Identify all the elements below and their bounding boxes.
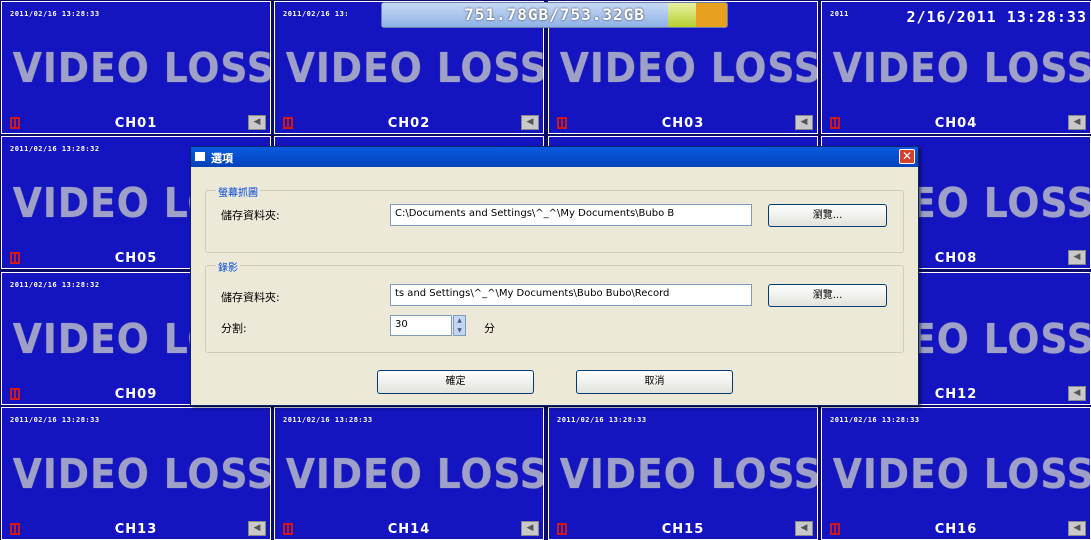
record-folder-input[interactable]: ts and Settings\^_^\My Documents\Bubo Bu…	[390, 284, 752, 306]
cancel-button[interactable]: 取消	[576, 370, 733, 394]
hdd-usage-text: 751.78GB/753.32GB	[464, 5, 645, 24]
stepper-up-icon[interactable]: ▲	[454, 316, 465, 325]
channel-label: CH16	[934, 522, 978, 537]
snapshot-folder-label: 儲存資料夾:	[221, 209, 280, 222]
split-stepper[interactable]: ▲ ▼	[453, 315, 466, 336]
speaker-icon[interactable]: ◀	[521, 521, 539, 536]
speaker-icon[interactable]: ◀	[1068, 115, 1086, 130]
channel-label: CH04	[934, 116, 978, 131]
split-minutes-input[interactable]: 30	[390, 315, 452, 336]
speaker-icon[interactable]: ◀	[248, 521, 266, 536]
speaker-icon[interactable]: ◀	[248, 115, 266, 130]
stepper-down-icon[interactable]: ▼	[454, 326, 465, 335]
hdd-usage-bar: 751.78GB/753.32GB	[381, 2, 728, 28]
channel-label: CH15	[661, 522, 705, 537]
tile-timestamp: 2011/02/16 13:28:33	[557, 416, 647, 424]
video-loss-text: VIDEO LOSS	[12, 450, 271, 498]
snapshot-browse-button[interactable]: 瀏覽...	[768, 204, 887, 227]
speaker-icon[interactable]: ◀	[795, 115, 813, 130]
channel-label: CH13	[114, 522, 158, 537]
snapshot-group-label: 螢幕抓圖	[216, 184, 260, 199]
tile-timestamp: 2011/02/16 13:	[283, 10, 350, 18]
speaker-icon[interactable]: ◀	[795, 521, 813, 536]
tile-timestamp: 2011/02/16 13:28:32	[10, 281, 100, 289]
close-icon[interactable]: ✕	[899, 149, 915, 164]
channel-label: CH01	[114, 116, 158, 131]
tile-timestamp: 2011/02/16 13:28:33	[830, 416, 920, 424]
tile-timestamp: 2011/02/16 13:28:33	[10, 10, 100, 18]
record-group: 錄影	[205, 259, 904, 353]
video-loss-text: VIDEO LOSS	[285, 450, 544, 498]
tile-timestamp: 2011/02/16 13:28:32	[10, 145, 100, 153]
camera-tile[interactable]: 2011/02/16 13:28:33 VIDEO LOSS CH13 ◀	[1, 407, 271, 540]
channel-label: CH02	[387, 116, 431, 131]
video-loss-text: VIDEO LOSS	[285, 44, 544, 92]
video-loss-text: VIDEO LOSS	[559, 450, 818, 498]
tile-timestamp: 2011	[830, 10, 849, 18]
camera-tile[interactable]: 2011/02/16 13:28:33 VIDEO LOSS CH16 ◀	[821, 407, 1091, 540]
tile-timestamp: 2011/02/16 13:28:33	[10, 416, 100, 424]
record-group-label: 錄影	[216, 259, 240, 274]
options-dialog: 選項 ✕ 螢幕抓圖 儲存資料夾: C:\Documents and Settin…	[190, 146, 919, 406]
dialog-title: 選項	[211, 152, 233, 165]
camera-tile[interactable]: 2011/02/16 13:28:33 VIDEO LOSS CH01 ◀	[1, 1, 271, 134]
ok-button[interactable]: 確定	[377, 370, 534, 394]
channel-label: CH14	[387, 522, 431, 537]
record-folder-label: 儲存資料夾:	[221, 291, 280, 304]
speaker-icon[interactable]: ◀	[1068, 250, 1086, 265]
channel-label: CH03	[661, 116, 705, 131]
snapshot-folder-input[interactable]: C:\Documents and Settings\^_^\My Documen…	[390, 204, 752, 226]
window-icon	[195, 152, 205, 161]
split-unit: 分	[484, 322, 495, 335]
dialog-titlebar[interactable]: 選項 ✕	[191, 147, 918, 167]
speaker-icon[interactable]: ◀	[1068, 386, 1086, 401]
video-loss-text: VIDEO LOSS	[559, 44, 818, 92]
split-label: 分割:	[221, 322, 247, 335]
tile-timestamp: 2011/02/16 13:28:33	[283, 416, 373, 424]
video-loss-text: VIDEO LOSS	[12, 44, 271, 92]
speaker-icon[interactable]: ◀	[521, 115, 539, 130]
camera-tile[interactable]: 2011/02/16 13:28:33 VIDEO LOSS CH14 ◀	[274, 407, 544, 540]
video-loss-text: VIDEO LOSS	[832, 44, 1091, 92]
record-browse-button[interactable]: 瀏覽...	[768, 284, 887, 307]
speaker-icon[interactable]: ◀	[1068, 521, 1086, 536]
video-loss-text: VIDEO LOSS	[832, 450, 1091, 498]
clock-overlay: 2/16/2011 13:28:33	[906, 8, 1087, 26]
camera-tile[interactable]: 2011/02/16 13:28:33 VIDEO LOSS CH15 ◀	[548, 407, 818, 540]
